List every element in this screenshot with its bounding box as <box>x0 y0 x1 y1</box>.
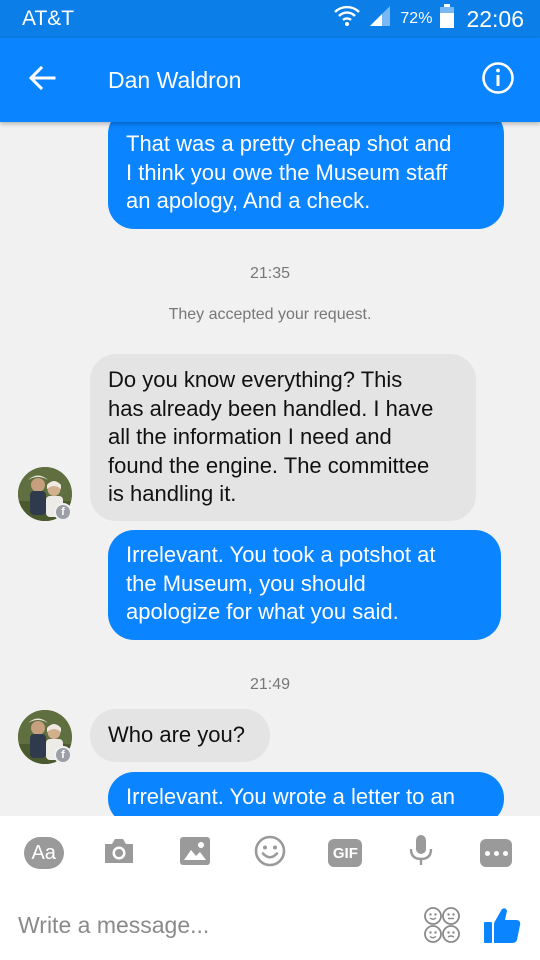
contact-name[interactable]: Dan Waldron <box>108 67 456 94</box>
status-time: 22:06 <box>466 5 524 32</box>
status-bar: AT&T 72% 22:06 <box>0 0 540 38</box>
signal-icon <box>368 5 392 33</box>
sticker-icon[interactable] <box>422 905 462 945</box>
text-format-button[interactable]: Aa <box>20 829 68 877</box>
system-notice: They accepted your request. <box>168 306 372 323</box>
text-format-icon: Aa <box>23 837 64 869</box>
battery-percent: 72% <box>400 10 433 27</box>
camera-icon <box>103 837 135 870</box>
outgoing-message[interactable]: Irrelevant. You wrote a letter to an <box>108 772 504 816</box>
microphone-icon <box>409 834 433 872</box>
composer-toolbar: Aa GIF <box>0 816 540 890</box>
thumbs-up-icon[interactable] <box>482 905 522 945</box>
messenger-badge-icon: f <box>54 503 72 521</box>
camera-button[interactable] <box>95 829 143 877</box>
message-composer <box>0 890 540 960</box>
incoming-message[interactable]: Who are you? <box>90 709 270 762</box>
outgoing-message[interactable]: Irrelevant. You took a potshot at the Mu… <box>108 530 501 640</box>
message-input[interactable] <box>18 911 422 939</box>
info-button[interactable] <box>456 38 540 122</box>
status-indicators: 72% 22:06 <box>334 4 524 34</box>
conversation-header: Dan Waldron <box>0 38 540 122</box>
more-icon <box>480 839 513 867</box>
contact-avatar[interactable]: f <box>18 710 72 764</box>
message-timestamp: 21:49 <box>249 676 291 693</box>
voice-button[interactable] <box>397 829 445 877</box>
info-icon <box>481 61 515 100</box>
gif-icon: GIF <box>328 839 363 867</box>
arrow-left-icon <box>28 65 56 96</box>
emoji-icon <box>254 835 286 872</box>
image-icon <box>179 836 210 870</box>
message-list[interactable]: That was a pretty cheap shot and I think… <box>0 122 540 816</box>
back-button[interactable] <box>0 38 84 122</box>
battery-icon <box>440 4 455 34</box>
wifi-icon <box>334 5 361 33</box>
outgoing-message[interactable]: That was a pretty cheap shot and I think… <box>108 122 504 229</box>
incoming-message[interactable]: Do you know everything? This has already… <box>90 354 476 521</box>
carrier-label: AT&T <box>22 7 75 30</box>
emoji-button[interactable] <box>246 829 294 877</box>
messenger-badge-icon: f <box>54 746 72 764</box>
more-button[interactable] <box>472 829 520 877</box>
message-timestamp: 21:35 <box>249 265 291 282</box>
photo-button[interactable] <box>171 829 219 877</box>
contact-avatar[interactable]: f <box>18 467 72 521</box>
gif-button[interactable]: GIF <box>321 829 369 877</box>
